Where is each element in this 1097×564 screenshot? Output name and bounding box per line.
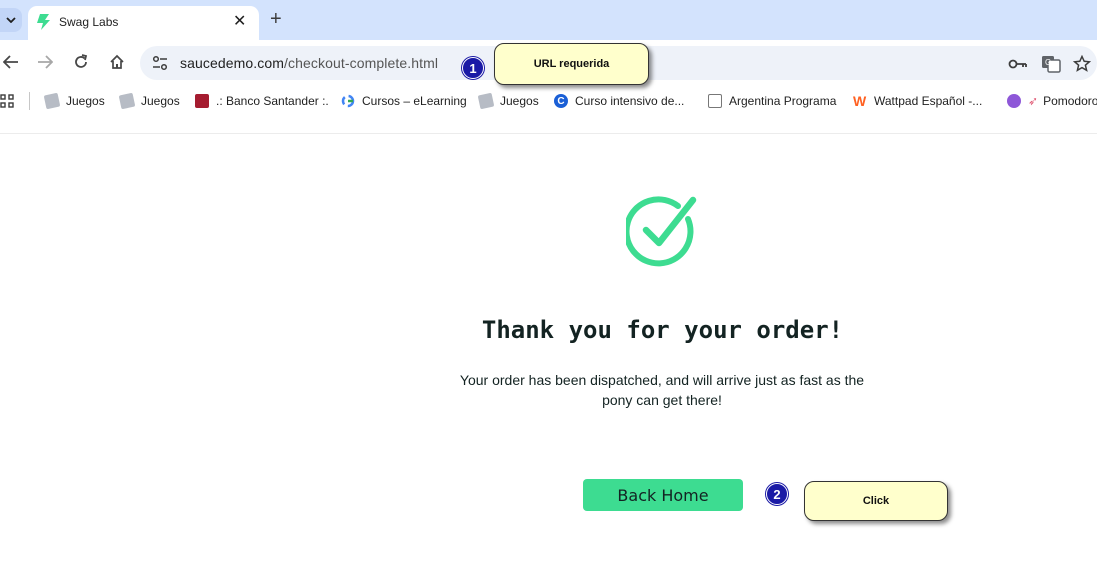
close-tab-icon[interactable]: ✕ [233,11,246,31]
gamepad-icon [477,92,495,110]
wattpad-icon: W [853,93,867,109]
site-info-icon[interactable] [152,55,168,76]
bookmark-juegos-3[interactable]: Juegos [477,92,539,110]
bookmark-pomodoro[interactable]: ➶ Pomodoro [1007,92,1097,110]
course-icon: C [554,94,568,108]
bookmark-label: Argentina Programa [729,94,837,108]
back-arrow-icon[interactable] [0,51,22,73]
home-icon[interactable] [106,51,128,73]
bookmark-star-icon[interactable] [1072,54,1093,73]
annotation-note-click: Click [804,481,948,521]
bookmark-argentina-programa[interactable]: Argentina Programa [708,92,836,110]
gamepad-icon [43,92,61,110]
bank-icon [195,94,209,108]
bookmarks-separator [29,92,30,110]
complete-text: Your order has been dispatched, and will… [459,372,865,408]
bookmark-cursos-elearning[interactable]: Cursos – eLearning [341,92,467,110]
bookmark-juegos-2[interactable]: Juegos [118,92,180,110]
password-key-icon[interactable] [1008,55,1028,73]
complete-header: Thank you for your order! [481,316,844,344]
tab-title: Swag Labs [59,15,119,29]
url-text[interactable]: saucedemo.com/checkout-complete.html [180,55,438,71]
terminal-icon [708,94,722,108]
bookmark-label: Juegos [141,94,180,108]
annotation-badge-1: 1 [462,57,484,79]
bookmark-wattpad[interactable]: W Wattpad Español -... [853,92,982,110]
bookmarks-bar: Juegos Juegos .: Banco Santander :. Curs… [0,84,1097,116]
page-header-divider [0,133,1097,134]
url-host: saucedemo.com [180,55,285,71]
bookmark-label: Curso intensivo de... [575,94,685,108]
bookmark-curso-intensivo[interactable]: C Curso intensivo de... [554,92,684,110]
bookmark-label: Juegos [500,94,539,108]
browser-tab[interactable]: Swag Labs ✕ [28,6,259,40]
tab-strip: Swag Labs ✕ + [0,0,1097,40]
bookmark-juegos-1[interactable]: Juegos [43,92,105,110]
tab-search-icon[interactable] [0,8,22,32]
apps-grid-icon[interactable] [0,92,14,110]
checkmark-icon [623,196,698,268]
forward-arrow-icon[interactable] [34,51,56,73]
google-icon [341,94,355,108]
bookmark-label: Cursos – eLearning [362,94,467,108]
bookmark-label: .: Banco Santander :. [216,94,329,108]
reload-icon[interactable] [70,51,92,73]
url-path: /checkout-complete.html [284,55,439,71]
back-home-button[interactable]: Back Home [583,479,743,511]
annotation-note-url: URL requerida [494,43,649,85]
translate-icon[interactable]: G [1041,55,1061,73]
svg-text:G: G [1045,58,1051,67]
rocket-icon: ➶ [1028,94,1039,108]
gamepad-icon [118,92,136,110]
bookmark-label: Wattpad Español -... [874,94,983,108]
new-tab-icon[interactable]: + [270,8,282,31]
annotation-badge-2: 2 [766,483,788,505]
swag-labs-favicon-icon [35,13,52,31]
bookmark-label: Juegos [66,94,105,108]
bookmark-banco-santander[interactable]: .: Banco Santander :. [195,92,329,110]
bookmark-label: Pomodoro [1043,94,1097,108]
timer-icon [1007,94,1021,108]
